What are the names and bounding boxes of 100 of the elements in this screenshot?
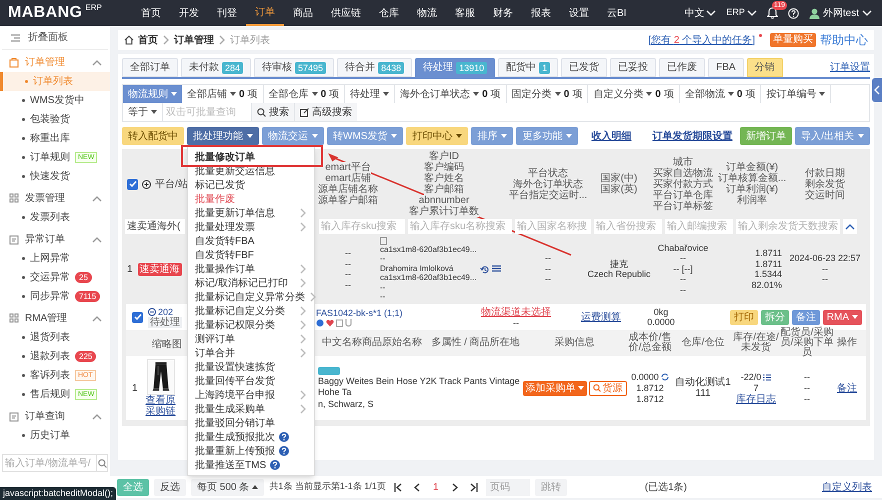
nav-item[interactable]: 刊登 <box>208 0 246 26</box>
nav-item[interactable]: 仓库 <box>370 0 408 26</box>
search-input[interactable]: 输入剩余发货天数搜索 <box>736 219 840 234</box>
tab[interactable]: 配货中 1 <box>498 58 558 77</box>
search-input[interactable]: 输入库存sku名称搜索 <box>408 219 512 234</box>
tab[interactable]: 分销 <box>746 58 783 77</box>
menu-item[interactable]: 批量标记自定义分类 <box>188 304 314 318</box>
sidebar-item[interactable]: 称重出库 <box>0 129 110 148</box>
filter-dropdown[interactable]: 海外仓订单状态 0 项 <box>395 85 507 103</box>
link[interactable]: 采购链 <box>146 406 176 417</box>
checkbox[interactable] <box>132 312 143 322</box>
invert-selection-button[interactable]: 反选 <box>154 478 186 496</box>
search-input[interactable]: 输入国家名称搜 <box>515 219 591 234</box>
sidebar-group[interactable]: RMA管理 <box>0 309 110 328</box>
collapse-tab[interactable] <box>872 78 882 102</box>
menu-item[interactable]: 订单合并 <box>188 346 314 360</box>
action-button[interactable]: RMA <box>822 310 862 324</box>
menu-item[interactable]: 批量回传平台发货 <box>188 374 314 388</box>
menu-item[interactable]: 上海跨境平台申报 <box>188 388 314 402</box>
search-field[interactable]: 输入订单/物流单号/ <box>2 454 108 472</box>
advanced-search-button[interactable]: 高级搜索 <box>294 103 357 121</box>
menu-item[interactable]: 自发货转FBA <box>188 234 314 248</box>
menu-item[interactable]: 批量标记权限分类 <box>188 318 314 332</box>
language-menu[interactable]: 中文 <box>684 6 716 20</box>
search-field[interactable]: 双击可批量查询 <box>163 103 251 121</box>
search-input[interactable]: 输入邮编搜索 <box>665 219 733 234</box>
link[interactable]: 收入明细 <box>591 128 632 144</box>
menu-item[interactable]: 标记已发货 <box>188 178 314 192</box>
help-center-link[interactable]: 帮助中心 <box>820 31 868 49</box>
menu-item[interactable]: 测评订单 <box>188 332 314 346</box>
sidebar-item[interactable]: 退款列表 225 <box>0 347 110 366</box>
stock-log-link[interactable]: 库存日志 <box>736 394 776 404</box>
menu-item[interactable]: 批量更新订单信息 <box>188 206 314 220</box>
tab[interactable]: FBA <box>708 58 744 77</box>
custom-columns-link[interactable]: 自定义列表 <box>822 480 872 494</box>
sidebar-item[interactable]: 交运异常 25 <box>0 268 110 287</box>
menu-item[interactable]: 批量设置快速拣货 <box>188 360 314 374</box>
sidebar-group[interactable]: 异常订单 <box>0 230 110 249</box>
sidebar-item[interactable]: 同步异常 7115 <box>0 287 110 306</box>
sidebar-item[interactable]: 上网异常 <box>0 249 110 268</box>
breadcrumb-link[interactable]: 首页 <box>138 32 158 48</box>
nav-item[interactable]: 报表 <box>522 0 560 26</box>
tab[interactable]: 已发货 <box>561 58 608 77</box>
sidebar-item[interactable]: 包装验货 <box>0 110 110 129</box>
sidebar-group[interactable]: 发票管理 <box>0 189 110 208</box>
link[interactable]: 订单发货期限设置 <box>652 128 732 144</box>
menu-item[interactable]: 批量生成预报批次 <box>188 430 314 444</box>
menu-item[interactable]: 批量操作订单 <box>188 262 314 276</box>
note-link[interactable]: 备注 <box>837 380 857 396</box>
action-button[interactable]: 打印 <box>730 310 758 324</box>
checkbox[interactable] <box>127 178 138 190</box>
menu-item[interactable]: 批量重新上传预报 <box>188 444 314 458</box>
user-menu[interactable]: 外网test <box>808 6 872 20</box>
search-input[interactable]: 输入库存sku搜索 <box>319 219 405 234</box>
filter-dropdown[interactable]: 等于 <box>123 103 163 121</box>
freight-estimate-link[interactable]: 运费测算 <box>581 310 621 324</box>
action-button[interactable]: 转入配货中 <box>122 127 184 145</box>
menu-item[interactable]: 批量标记自定义异常分类 <box>188 290 314 304</box>
nav-item[interactable]: 首页 <box>132 0 170 26</box>
system-menu[interactable]: ERP <box>726 6 757 20</box>
collapse-filters-button[interactable] <box>843 219 857 234</box>
nav-item[interactable]: 物流 <box>408 0 446 26</box>
nav-item[interactable]: 商品 <box>284 0 322 26</box>
order-settings-link[interactable]: 订单设置 <box>830 60 870 74</box>
sidebar-item[interactable]: WMS发货中 <box>0 91 110 110</box>
menu-item[interactable]: 批量生成采购单 <box>188 402 314 416</box>
filter-dropdown[interactable]: 固定分类 0 项 <box>506 85 588 103</box>
sidebar-item[interactable]: 发票列表 <box>0 208 110 227</box>
menu-item[interactable]: 批量作废 <box>188 192 314 206</box>
menu-item[interactable]: 批量处理发票 <box>188 220 314 234</box>
search-input[interactable]: 输入省份搜索 <box>594 219 662 234</box>
menu-item[interactable]: 自发货转FBF <box>188 248 314 262</box>
menu-item[interactable]: 批量修改订单 <box>188 150 314 164</box>
nav-item[interactable]: 设置 <box>560 0 598 26</box>
menu-item[interactable]: 批量推送至TMS <box>188 458 314 472</box>
link[interactable]: 查看原 <box>146 395 176 406</box>
breadcrumb-link[interactable]: 订单管理 <box>174 32 214 48</box>
page-input[interactable]: 页码 <box>486 478 530 496</box>
sidebar-item[interactable]: 快速发货 <box>0 167 110 186</box>
page-button[interactable]: 1 <box>428 478 443 496</box>
tab[interactable]: 全部订单 <box>122 58 178 77</box>
tab[interactable]: 已作废 <box>659 58 706 77</box>
filter-dropdown[interactable]: 全部物流 0 项 <box>680 85 762 103</box>
nav-item[interactable]: 云BI <box>598 0 636 26</box>
tab[interactable]: 待审核 57495 <box>254 58 334 77</box>
sidebar-item[interactable]: 历史订单 <box>0 426 110 445</box>
search-button[interactable]: 搜索 <box>251 103 294 121</box>
tab[interactable]: 待合并 8438 <box>337 58 412 77</box>
nav-item[interactable]: 财务 <box>484 0 522 26</box>
filter-dropdown[interactable]: 按订单编号 <box>761 85 832 103</box>
sku-link[interactable]: FAS1042-bk-s*1 (1;1) <box>316 308 466 318</box>
filter-dropdown[interactable]: 自定义分类 0 项 <box>588 85 680 103</box>
logistics-link[interactable]: 物流渠道未选择 <box>481 306 551 318</box>
menu-item[interactable]: 批量驳回分销订单 <box>188 416 314 430</box>
action-button[interactable]: 打印中心 <box>406 127 468 145</box>
action-button[interactable]: 批处理功能 <box>187 127 259 145</box>
tab[interactable]: 已妥投 <box>610 58 656 77</box>
nav-item[interactable]: 客服 <box>446 0 484 26</box>
tab[interactable]: 未付款 284 <box>181 58 252 77</box>
page-size-select[interactable]: 每页 500 条 <box>191 478 264 496</box>
